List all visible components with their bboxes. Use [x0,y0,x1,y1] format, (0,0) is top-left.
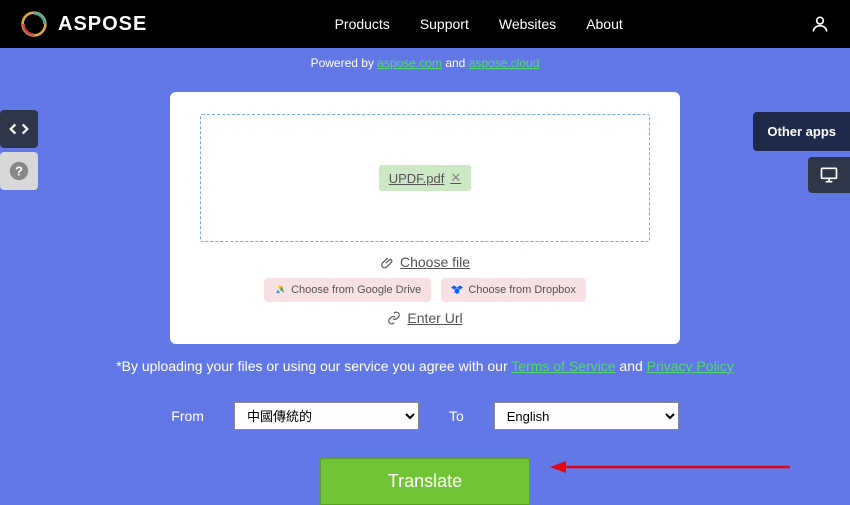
dropzone[interactable]: UPDF.pdf ✕ [200,114,650,242]
choose-file-button[interactable]: Choose file [380,254,470,270]
nav-products[interactable]: Products [335,16,390,32]
file-name[interactable]: UPDF.pdf [389,171,445,186]
gdrive-icon [274,284,286,296]
logo[interactable]: ASPOSE [20,10,147,38]
to-label: To [449,408,464,424]
enter-url-button[interactable]: Enter Url [387,310,462,326]
main-nav: Products Support Websites About [335,16,623,32]
annotation-arrow [550,457,790,477]
code-toggle-button[interactable] [0,110,38,148]
desktop-view-button[interactable] [808,157,850,193]
powered-by: Powered by aspose.com and aspose.cloud [0,48,850,78]
from-label: From [171,408,204,424]
file-chip: UPDF.pdf ✕ [379,165,472,191]
attachment-icon [380,255,394,269]
translate-button[interactable]: Translate [320,458,530,505]
privacy-link[interactable]: Privacy Policy [647,358,734,374]
nav-support[interactable]: Support [420,16,469,32]
remove-file-icon[interactable]: ✕ [450,170,461,186]
terms-text: *By uploading your files or using our se… [0,358,850,374]
upload-actions: Choose file Choose from Google Drive Cho… [200,254,650,326]
monitor-icon [819,165,839,185]
link-icon [387,311,401,325]
left-sidebar: ? [0,110,38,194]
dropbox-button[interactable]: Choose from Dropbox [441,278,586,302]
google-drive-button[interactable]: Choose from Google Drive [264,278,431,302]
aspose-com-link[interactable]: aspose.com [377,56,442,70]
help-button[interactable]: ? [0,152,38,190]
svg-text:?: ? [15,164,23,179]
other-apps-button[interactable]: Other apps [753,112,850,151]
aspose-logo-icon [20,10,48,38]
nav-about[interactable]: About [586,16,623,32]
header: ASPOSE Products Support Websites About [0,0,850,48]
upload-card: UPDF.pdf ✕ Choose file Choose from Googl… [170,92,680,344]
language-selectors: From 中國傳統的 To English [0,402,850,430]
to-language-select[interactable]: English [494,402,679,430]
dropbox-icon [451,284,463,296]
right-sidebar: Other apps [753,112,850,193]
terms-link[interactable]: Terms of Service [511,358,615,374]
from-language-select[interactable]: 中國傳統的 [234,402,419,430]
help-icon: ? [8,160,30,182]
cloud-sources: Choose from Google Drive Choose from Dro… [264,278,586,302]
nav-websites[interactable]: Websites [499,16,556,32]
aspose-cloud-link[interactable]: aspose.cloud [469,56,540,70]
code-icon [8,118,30,140]
brand-text: ASPOSE [58,13,147,36]
user-icon[interactable] [810,14,830,34]
